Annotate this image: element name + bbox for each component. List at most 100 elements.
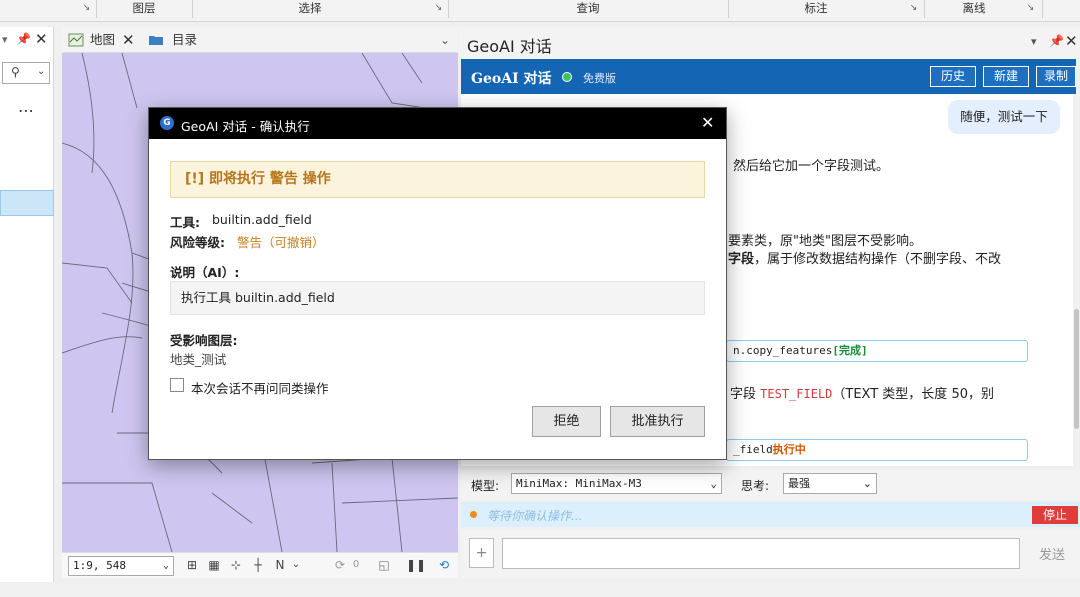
assistant-text-line: 然后给它加一个字段测试。 [733, 159, 890, 174]
chevron-down-icon[interactable]: ⌄ [37, 66, 45, 77]
dialog-launcher-icon[interactable]: ↘ [81, 3, 92, 14]
dialog-launcher-icon[interactable]: ↘ [1025, 3, 1036, 14]
plan-badge: 免费版 [583, 72, 616, 85]
think-level-select[interactable]: 最强 ⌄ [783, 473, 877, 494]
send-button[interactable]: 发送 [1039, 544, 1065, 563]
chevron-down-icon[interactable]: ▾ [1031, 35, 1037, 48]
ribbon-group-select[interactable]: 选择 [192, 0, 428, 18]
ribbon-group-offline[interactable]: 离线 [924, 0, 1024, 18]
agent-status-bar: 等待你确认操作... 停止 [461, 502, 1080, 527]
chevron-down-icon[interactable]: ▾ [2, 33, 8, 46]
scale-value: 1:9, 548 [73, 559, 126, 572]
app-logo-icon: G [160, 116, 174, 130]
map-icon [68, 30, 84, 50]
chevron-down-icon: ⌄ [862, 477, 872, 490]
crosshair-icon[interactable]: ┼ [250, 557, 266, 573]
ribbon-group-label[interactable]: 标注 [728, 0, 904, 18]
tool-call-status: [完成] [832, 344, 868, 357]
zero-count-icon: 0 [352, 559, 360, 570]
geoai-header: GeoAI 对话 免费版 历史 新建 录制 [461, 59, 1076, 94]
snapping-icon[interactable]: ⊹ [228, 557, 244, 573]
approve-button[interactable]: 批准执行 [610, 406, 705, 437]
tab-map[interactable]: 地图 [90, 30, 115, 50]
search-input[interactable]: ⚲ ⌄ [2, 62, 50, 84]
ribbon-group-layer[interactable]: 图层 [96, 0, 192, 18]
full-extent-icon[interactable]: ◱ [376, 557, 392, 573]
more-options-icon[interactable]: ⋯ [18, 101, 35, 120]
ribbon-group-query[interactable]: 查询 [448, 0, 728, 18]
dialog-launcher-icon[interactable]: ↘ [908, 3, 919, 14]
assistant-text: （TEXT 类型，长度 50，别 [832, 387, 994, 402]
ribbon: ↘ 图层 选择 ↘ 查询 标注 ↘ 离线 ↘ [0, 0, 1080, 22]
think-label: 思考: [741, 479, 770, 493]
pin-icon[interactable]: 📌 [1049, 34, 1064, 48]
tool-call-box: n.copy_features[完成] [726, 340, 1028, 362]
folder-icon [148, 30, 164, 50]
close-icon[interactable]: ✕ [1065, 32, 1078, 50]
message-input[interactable] [502, 538, 1020, 569]
assistant-text-line: 字段 TEST_FIELD（TEXT 类型，长度 50，别 [730, 383, 994, 402]
reject-button[interactable]: 拒绝 [532, 406, 601, 437]
warning-banner: [!] 即将执行 警告 操作 [170, 161, 705, 198]
close-icon[interactable]: ✕ [35, 30, 48, 48]
user-message-bubble: 随便，测试一下 [948, 100, 1060, 134]
dont-ask-checkbox[interactable] [170, 378, 184, 392]
tool-call-box: _field执行中 [726, 439, 1028, 461]
pin-icon[interactable]: 📌 [16, 32, 31, 46]
chat-scrollbar[interactable] [1073, 94, 1080, 466]
online-status-icon [562, 72, 572, 82]
map-tab-bar: 地图 ✕ 目录 ⌄ [62, 27, 458, 53]
history-button[interactable]: 历史 [930, 66, 976, 87]
chat-input-row: + 发送 [461, 530, 1080, 578]
geoai-pane-titlebar: GeoAI 对话 ▾ 📌 ✕ [459, 27, 1080, 59]
field-name-code: TEST_FIELD [760, 387, 833, 401]
tab-catalog[interactable]: 目录 [172, 30, 197, 50]
assistant-text: ，属于修改数据结构操作（不删字段、不改 [754, 252, 1002, 267]
contents-pane: ▾ 📌 ✕ ⚲ ⌄ ⋯ [0, 27, 54, 582]
ribbon-separator [1042, 0, 1043, 18]
model-select[interactable]: MiniMax: MiniMax-M3 ⌄ [511, 473, 722, 494]
grid-icon[interactable]: ▦ [206, 557, 222, 573]
selected-layer-row[interactable] [0, 190, 54, 216]
assistant-text-line: 字段，属于修改数据结构操作（不删字段、不改 [728, 248, 1001, 267]
tool-call-name: n.copy_features [733, 344, 833, 357]
assistant-text: 字段 [730, 387, 757, 402]
affected-layer-value: 地类_测试 [170, 352, 227, 367]
tool-value: builtin.add_field [212, 212, 312, 227]
model-settings-row: 模型: MiniMax: MiniMax-M3 ⌄ 思考: 最强 ⌄ [461, 470, 1080, 500]
confirm-dialog: G GeoAI 对话 - 确认执行 ✕ [!] 即将执行 警告 操作 工具: b… [148, 107, 727, 460]
assistant-bold-text: 字段 [728, 252, 755, 267]
close-icon[interactable]: ✕ [701, 113, 714, 132]
record-button[interactable]: 录制 [1036, 66, 1076, 87]
scale-select[interactable]: 1:9, 548 ⌄ [68, 556, 174, 576]
risk-label: 风险等级: [170, 235, 225, 250]
chevron-down-icon: ⌄ [710, 477, 717, 490]
map-status-bar: 1:9, 548 ⌄ ⊞ ▦ ⊹ ┼ N ⌄ ⟳ 0 ◱ ❚❚ ⟲ [62, 552, 458, 578]
description-label: 说明（AI）: [170, 265, 240, 280]
tool-call-status: 执行中 [772, 443, 806, 456]
refresh-icon[interactable]: ⟲ [436, 557, 452, 573]
scrollbar-thumb[interactable] [1074, 309, 1079, 429]
north-arrow-icon[interactable]: N [272, 557, 288, 573]
stop-button[interactable]: 停止 [1032, 506, 1078, 524]
add-point-icon[interactable]: ⊞ [184, 557, 200, 573]
tool-call-name: _field [733, 443, 773, 456]
model-label: 模型: [471, 479, 500, 493]
search-icon: ⚲ [11, 65, 20, 79]
dialog-launcher-icon[interactable]: ↘ [433, 3, 444, 14]
dont-ask-label[interactable]: 本次会话不再问同类操作 [191, 378, 329, 397]
think-value: 最强 [788, 477, 810, 490]
pending-status-icon [470, 511, 477, 518]
add-attachment-button[interactable]: + [469, 538, 494, 568]
refresh-count-icon[interactable]: ⟳ [332, 557, 348, 573]
close-icon[interactable]: ✕ [122, 30, 135, 50]
chevron-down-icon: ⌄ [162, 560, 169, 571]
new-chat-button[interactable]: 新建 [983, 66, 1029, 87]
chevron-down-icon[interactable]: ⌄ [440, 30, 450, 50]
tool-label: 工具: [170, 215, 200, 230]
dialog-title: GeoAI 对话 - 确认执行 [181, 119, 310, 134]
risk-value: 警告（可撤销） [237, 235, 325, 250]
header-title: GeoAI 对话 [471, 71, 552, 87]
chevron-down-icon[interactable]: ⌄ [288, 557, 304, 573]
pause-icon[interactable]: ❚❚ [406, 557, 426, 573]
